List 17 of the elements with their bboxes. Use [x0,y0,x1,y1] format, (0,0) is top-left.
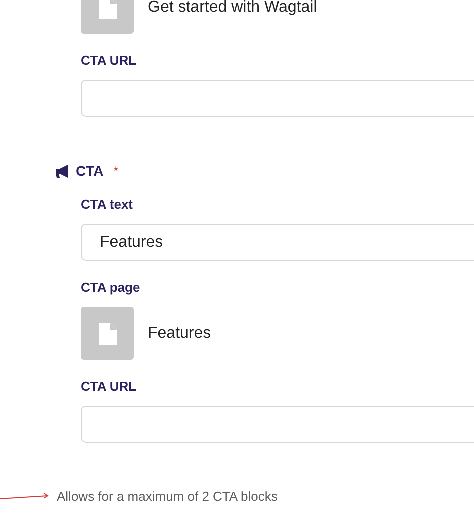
block-heading: CTA [76,162,104,180]
field-label: CTA URL [81,378,138,396]
text-input[interactable]: Features [81,224,474,261]
page-title: Get started with Wagtail [148,0,318,18]
arrow-annotation [0,493,50,501]
document-icon [98,322,116,344]
document-icon [98,0,116,18]
field-label: CTA page [81,279,142,297]
required-mark: * [114,163,118,180]
page-thumbnail[interactable] [81,307,134,360]
field-label: CTA URL [81,52,138,70]
field-label: CTA text [81,196,134,214]
megaphone-icon [55,164,70,178]
page-title: Features [148,324,212,344]
text-input[interactable] [81,406,474,443]
help-text: Allows for a maximum of 2 CTA blocks [57,488,278,506]
text-input[interactable] [81,80,474,117]
